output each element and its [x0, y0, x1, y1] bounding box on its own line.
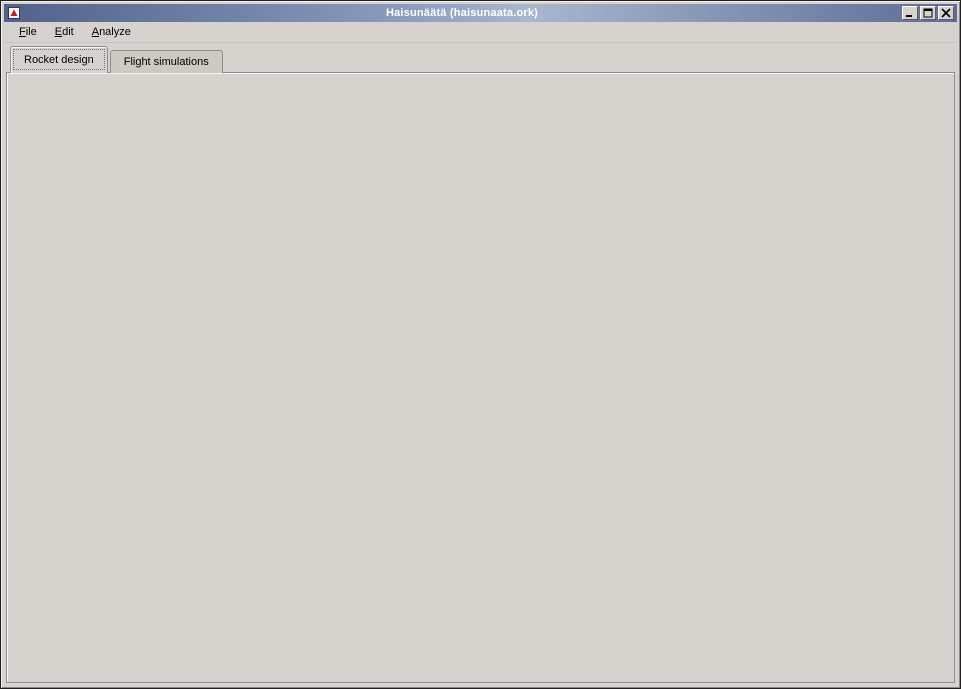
- menu-edit[interactable]: Edit: [46, 23, 83, 41]
- window-title: Haisunäätä (haisunaata.ork): [24, 7, 900, 19]
- menubar: FileEditAnalyze: [4, 22, 957, 43]
- close-icon[interactable]: [938, 6, 954, 20]
- app-icon[interactable]: [7, 7, 20, 20]
- titlebar: Haisunäätä (haisunaata.ork): [4, 4, 957, 22]
- minimize-button[interactable]: [902, 6, 918, 20]
- tab-rocket-design[interactable]: Rocket design: [10, 46, 108, 73]
- tab-content-pane: [6, 72, 955, 683]
- tab-flight-simulations[interactable]: Flight simulations: [110, 50, 223, 73]
- tabstrip: Rocket designFlight simulations: [10, 46, 225, 73]
- menu-analyze[interactable]: Analyze: [83, 23, 140, 41]
- app-window: Haisunäätä (haisunaata.ork) FileEditAnal…: [0, 0, 961, 689]
- menu-file[interactable]: File: [10, 23, 46, 41]
- maximize-button[interactable]: [920, 6, 936, 20]
